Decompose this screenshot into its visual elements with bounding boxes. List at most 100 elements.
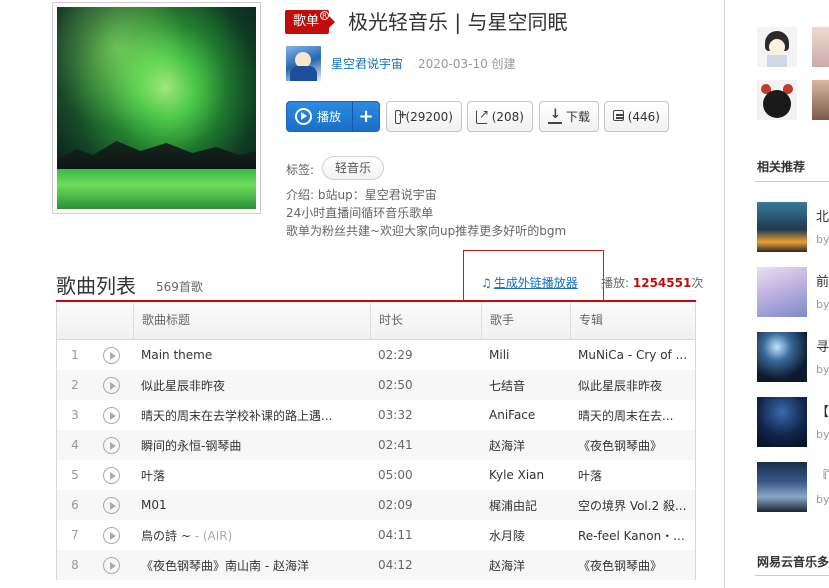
related-playlist-title[interactable]: 【 xyxy=(816,401,829,420)
related-playlist-title[interactable]: 『 xyxy=(816,466,829,485)
download-button[interactable]: 下载 xyxy=(539,101,599,132)
song-artist[interactable]: 梶浦由記 xyxy=(481,497,570,514)
table-row[interactable]: 3 晴天的周末在去学校补课的路上遇... 03:32 AniFace 晴天的周末在去..… xyxy=(57,400,695,430)
add-to-queue-button[interactable]: + xyxy=(353,103,379,131)
song-duration: 03:32 xyxy=(378,408,413,422)
favorite-icon xyxy=(395,108,408,124)
table-header: 歌曲标题 时长 歌手 专辑 xyxy=(57,302,695,340)
play-song-icon[interactable] xyxy=(103,436,120,454)
share-button[interactable]: (208) xyxy=(467,101,533,132)
tag-light-music[interactable]: 轻音乐 xyxy=(322,156,385,180)
subscriber-avatar[interactable] xyxy=(757,27,797,67)
song-title[interactable]: 叶落 xyxy=(141,469,165,483)
song-album[interactable]: 《夜色钢琴曲》 xyxy=(570,437,695,454)
song-artist[interactable]: 水月陵 xyxy=(481,527,570,544)
song-album[interactable]: MuNiCa - Cry of ... xyxy=(570,348,695,362)
col-title: 歌曲标题 xyxy=(133,302,370,339)
song-title-cell[interactable]: Main theme xyxy=(133,348,370,362)
table-row[interactable]: 1 Main theme 02:29 Mili MuNiCa - Cry of ... xyxy=(57,340,695,370)
related-playlist-cover[interactable] xyxy=(757,267,807,317)
create-date: 2020-03-10 创建 xyxy=(418,57,516,71)
play-song-icon[interactable] xyxy=(103,406,120,424)
table-row[interactable]: 7 鳥の詩 ~ - (AIR) 04:11 水月陵 Re-feel Kanon・... xyxy=(57,520,695,550)
song-artist[interactable]: Mili xyxy=(481,348,570,362)
song-album[interactable]: 叶落 xyxy=(570,467,695,484)
song-title-cell[interactable]: 叶落 xyxy=(133,467,370,484)
song-artist[interactable]: 七结音 xyxy=(481,377,570,394)
row-index: 6 xyxy=(71,498,79,512)
song-title[interactable]: M01 xyxy=(141,498,167,512)
external-player-link[interactable]: ♫ 生成外链播放器 xyxy=(481,274,578,291)
related-playlist-cover[interactable] xyxy=(757,202,807,252)
subscriber-avatar[interactable] xyxy=(812,27,829,67)
creator-avatar[interactable] xyxy=(286,46,321,81)
related-playlist-title[interactable]: 寻 xyxy=(816,336,829,355)
song-title[interactable]: 晴天的周末在去学校补课的路上遇... xyxy=(141,409,332,423)
favorite-button[interactable]: (29200) xyxy=(386,101,462,132)
song-title-cell[interactable]: 似此星辰非昨夜 xyxy=(133,377,370,394)
song-title[interactable]: 瞬间的永恒-钢琴曲 xyxy=(141,439,241,453)
subscriber-avatar[interactable] xyxy=(812,80,829,120)
table-row[interactable]: 4 瞬间的永恒-钢琴曲 02:41 赵海洋 《夜色钢琴曲》 xyxy=(57,430,695,460)
song-album[interactable]: Re-feel Kanon・... xyxy=(570,527,695,544)
song-album[interactable]: 《夜色钢琴曲》 xyxy=(570,557,695,574)
row-index: 3 xyxy=(71,408,79,422)
song-album[interactable]: 似此星辰非昨夜 xyxy=(570,377,695,394)
related-playlist-by: by xyxy=(816,428,829,441)
playlist-description: 介绍: b站up：星空君说宇宙 24小时直播间循环音乐歌单 歌单为粉丝共建~欢迎… xyxy=(286,186,716,240)
table-row[interactable]: 8 《夜色钢琴曲》南山南 - 赵海洋 04:12 赵海洋 《夜色钢琴曲》 xyxy=(57,550,695,580)
row-index-cell: 1 xyxy=(57,346,133,364)
row-index-cell: 5 xyxy=(57,466,133,484)
song-artist[interactable]: Kyle Xian xyxy=(481,468,570,482)
song-title[interactable]: 《夜色钢琴曲》南山南 - 赵海洋 xyxy=(141,559,309,573)
related-playlist-title[interactable]: 北 xyxy=(816,206,829,225)
song-duration: 04:12 xyxy=(378,558,413,572)
external-player-label: 生成外链播放器 xyxy=(493,276,578,290)
song-duration: 05:00 xyxy=(378,468,413,482)
play-button-group[interactable]: 播放 + xyxy=(286,101,380,132)
play-song-icon[interactable] xyxy=(103,556,120,574)
song-artist[interactable]: 赵海洋 xyxy=(481,437,570,454)
song-title-cell[interactable]: 鳥の詩 ~ - (AIR) xyxy=(133,527,370,544)
play-button[interactable]: 播放 xyxy=(287,102,353,131)
song-artist[interactable]: 赵海洋 xyxy=(481,557,570,574)
play-song-icon[interactable] xyxy=(103,466,120,484)
row-index: 1 xyxy=(71,348,79,362)
song-title-cell[interactable]: 瞬间的永恒-钢琴曲 xyxy=(133,437,370,454)
play-song-icon[interactable] xyxy=(103,346,120,364)
related-playlist-by: by xyxy=(816,298,829,311)
song-title[interactable]: Main theme xyxy=(141,348,212,362)
play-label: 播放 xyxy=(317,110,342,124)
related-playlist-cover[interactable] xyxy=(757,462,807,512)
song-title-cell[interactable]: 晴天的周末在去学校补课的路上遇... xyxy=(133,407,370,424)
comment-button[interactable]: (446) xyxy=(604,101,669,132)
play-icon xyxy=(295,108,312,125)
cover-image-aurora xyxy=(57,7,256,209)
col-duration: 时长 xyxy=(370,302,481,339)
song-artist[interactable]: AniFace xyxy=(481,408,570,422)
song-album[interactable]: 晴天的周末在去... xyxy=(570,407,695,424)
subscriber-avatar[interactable] xyxy=(757,80,797,120)
related-playlist-cover[interactable] xyxy=(757,397,807,447)
song-title-cell[interactable]: M01 xyxy=(133,498,370,512)
related-playlist-title[interactable]: 前 xyxy=(816,271,829,290)
play-song-icon[interactable] xyxy=(103,526,120,544)
download-label: 下载 xyxy=(566,110,591,124)
related-playlist-by: by xyxy=(816,363,829,376)
table-row[interactable]: 2 似此星辰非昨夜 02:50 七结音 似此星辰非昨夜 xyxy=(57,370,695,400)
song-title[interactable]: 似此星辰非昨夜 xyxy=(141,379,225,393)
download-icon xyxy=(548,107,562,124)
creator-name-link[interactable]: 星空君说宇宙 xyxy=(331,55,403,72)
row-index-cell: 6 xyxy=(57,496,133,514)
song-album[interactable]: 空の境界 Vol.2 殺... xyxy=(570,497,695,514)
table-row[interactable]: 5 叶落 05:00 Kyle Xian 叶落 xyxy=(57,460,695,490)
song-title[interactable]: 鳥の詩 ~ xyxy=(141,529,191,543)
song-title-cell[interactable]: 《夜色钢琴曲》南山南 - 赵海洋 xyxy=(133,557,370,574)
comment-count: (446) xyxy=(627,109,660,124)
related-playlist-by: by xyxy=(816,233,829,246)
playlist-cover xyxy=(52,2,261,214)
related-playlist-cover[interactable] xyxy=(757,332,807,382)
play-song-icon[interactable] xyxy=(103,496,120,514)
play-song-icon[interactable] xyxy=(103,376,120,394)
table-row[interactable]: 6 M01 02:09 梶浦由記 空の境界 Vol.2 殺... xyxy=(57,490,695,520)
